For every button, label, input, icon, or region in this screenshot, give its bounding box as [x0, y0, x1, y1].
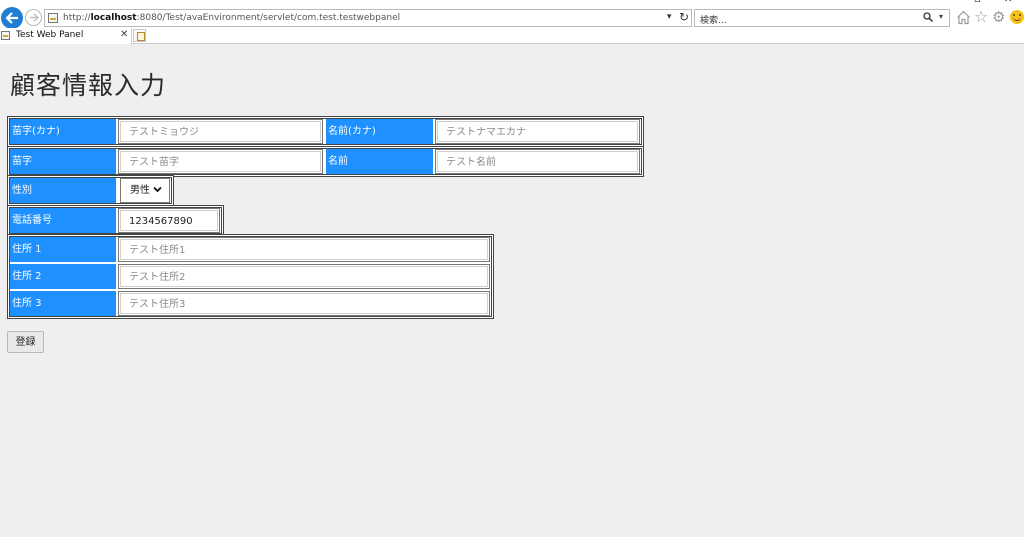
search-box[interactable]: 検索... ▾ — [694, 9, 950, 27]
back-arrow-icon — [5, 12, 18, 24]
forward-arrow-icon — [29, 13, 39, 22]
page-title: 顧客情報入力 — [10, 71, 167, 100]
first-name-kana-label: 名前(カナ) — [326, 119, 433, 144]
tab-close-icon[interactable]: ✕ — [120, 29, 128, 40]
address2-label: 住所 2 — [10, 264, 116, 289]
page-favicon-icon — [48, 13, 58, 23]
search-icon[interactable] — [923, 12, 933, 22]
last-name-input[interactable]: テスト苗字 — [118, 149, 323, 174]
gender-label: 性別 — [10, 178, 116, 203]
phone-label: 電話番号 — [10, 208, 116, 233]
gender-selected-value: 男性 — [130, 185, 150, 196]
feedback-smiley-icon[interactable] — [1010, 10, 1024, 24]
register-button[interactable]: 登録 — [7, 331, 44, 353]
address1-input[interactable]: テスト住所1 — [118, 237, 490, 262]
new-tab-button[interactable] — [133, 29, 146, 42]
search-placeholder: 検索... — [700, 16, 727, 26]
gear-icon[interactable]: ⚙ — [992, 9, 1005, 25]
url-text[interactable]: http://localhost:8080/Test/avaEnvironmen… — [63, 13, 400, 23]
address3-label: 住所 3 — [10, 291, 116, 316]
tab-strip: Test Web Panel ✕ — [0, 28, 1024, 44]
url-path: :8080/Test/avaEnvironment/servlet/com.te… — [136, 13, 401, 23]
refresh-icon[interactable]: ↻ — [679, 10, 689, 24]
window-controls: – ▫ ✕ — [934, 0, 1024, 6]
tab-test-web-panel[interactable]: Test Web Panel ✕ — [0, 28, 132, 44]
forward-button[interactable] — [25, 9, 42, 26]
last-name-label: 苗字 — [10, 149, 116, 174]
last-name-kana-label: 苗字(カナ) — [10, 119, 116, 144]
first-name-kana-input[interactable]: テストナマエカナ — [435, 119, 640, 144]
address-bar[interactable]: http://localhost:8080/Test/avaEnvironmen… — [44, 9, 692, 27]
restore-icon[interactable]: ▫ — [974, 0, 981, 5]
search-dropdown-icon[interactable]: ▾ — [939, 12, 943, 21]
address1-label: 住所 1 — [10, 237, 116, 262]
first-name-input[interactable]: テスト名前 — [435, 149, 640, 174]
gender-select[interactable]: 男性 — [120, 178, 170, 203]
address2-input[interactable]: テスト住所2 — [118, 264, 490, 289]
url-host: localhost — [90, 13, 137, 23]
favorites-star-icon[interactable]: ☆ — [974, 9, 988, 25]
close-window-icon[interactable]: ✕ — [1004, 0, 1012, 5]
address3-input[interactable]: テスト住所3 — [118, 291, 490, 316]
browser-chrome: – ▫ ✕ http://localhost:8080/Test/avaEnvi… — [0, 0, 1024, 44]
address-dropdown-icon[interactable]: ▾ — [667, 12, 672, 22]
home-icon[interactable] — [956, 10, 971, 25]
minimize-icon[interactable]: – — [946, 0, 951, 5]
phone-input[interactable]: 1234567890 — [118, 208, 220, 233]
first-name-label: 名前 — [326, 149, 433, 174]
tab-label: Test Web Panel — [16, 30, 84, 40]
tab-favicon-icon — [1, 31, 10, 40]
back-button[interactable] — [1, 7, 23, 29]
url-prefix: http:// — [63, 13, 91, 23]
last-name-kana-input[interactable]: テストミョウジ — [118, 119, 323, 144]
chevron-down-icon — [153, 186, 162, 193]
